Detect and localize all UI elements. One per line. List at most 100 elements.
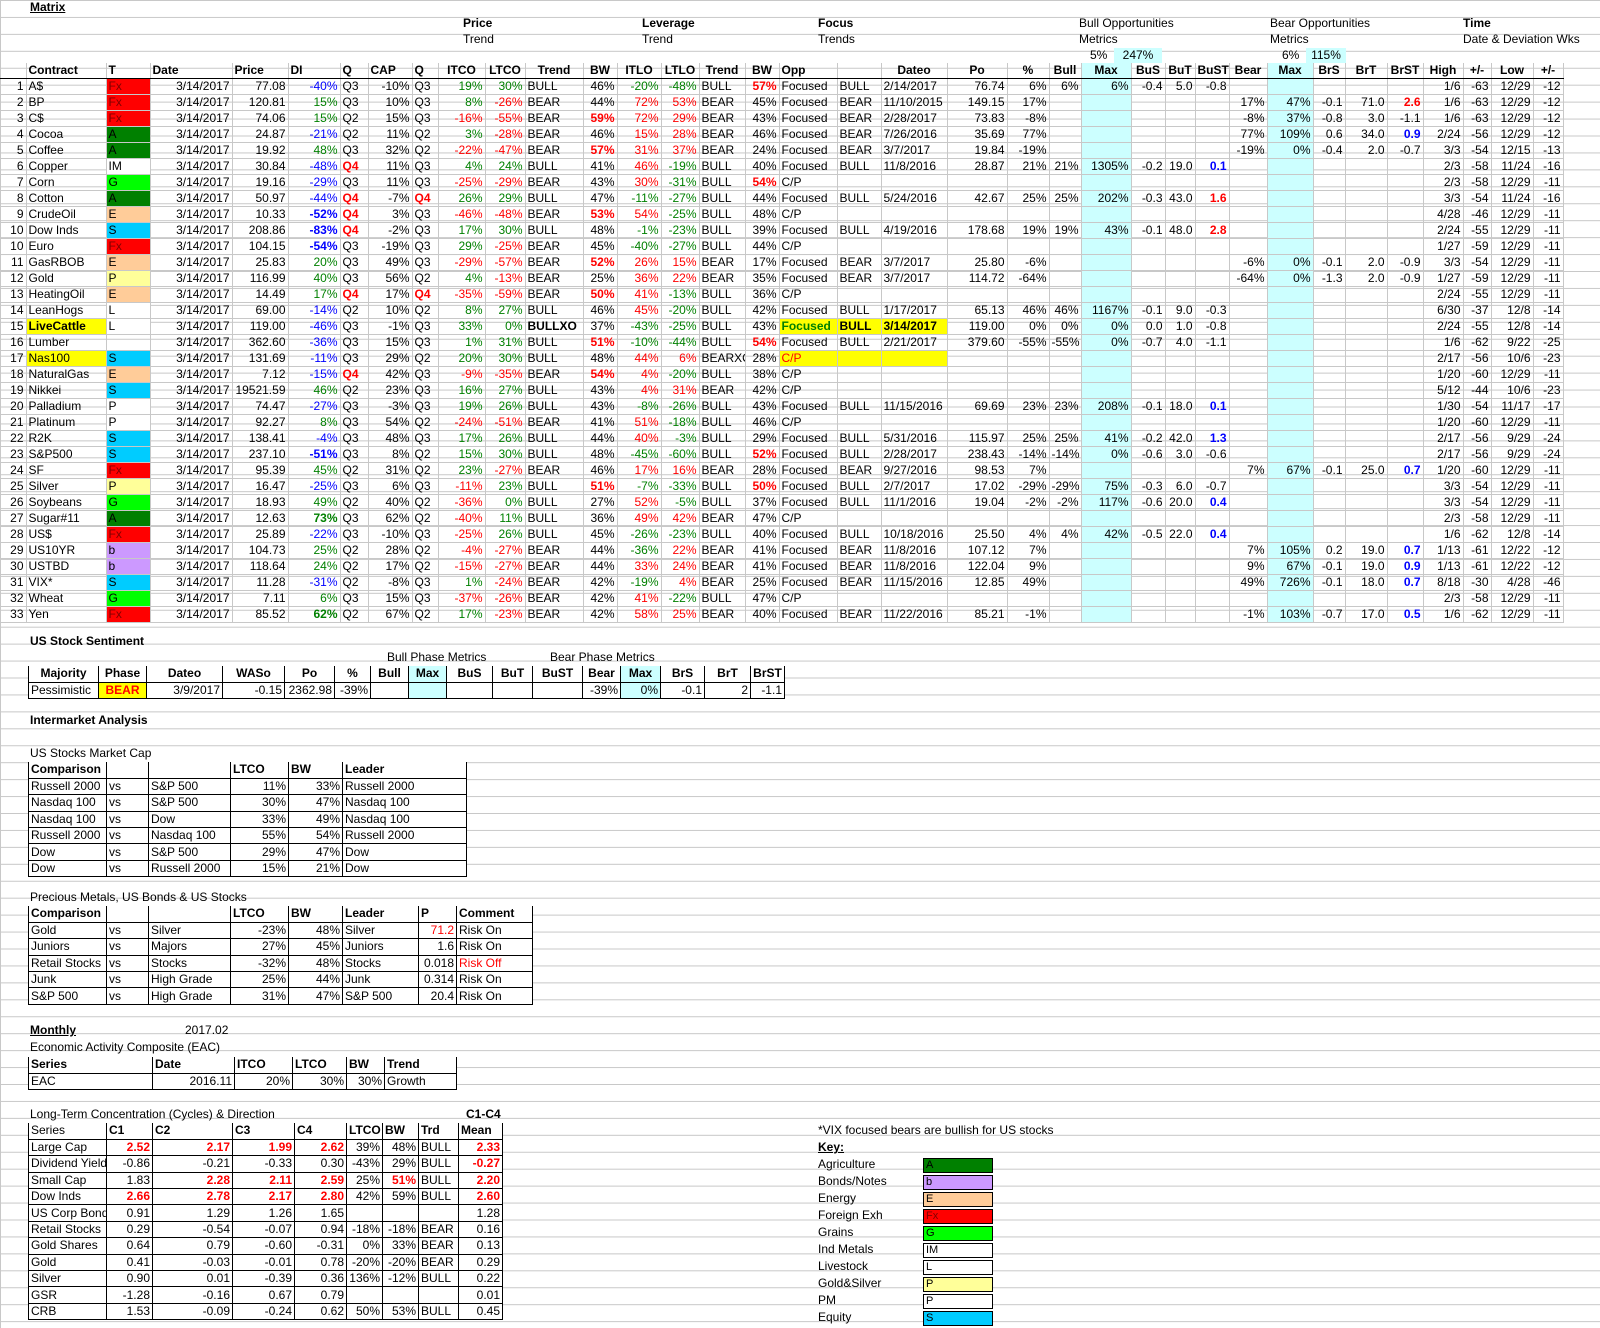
matrix-cell [881,382,948,400]
matrix-row: 1 A$ Fx 3/14/2017 77.08 -40% Q3 -10% Q3 19% 30% BUL… [0,78,1564,96]
matrix-cell: 4% [438,158,486,176]
matrix-cell: 0% [1007,318,1050,336]
matrix-cell: 117% [1081,494,1132,512]
table-row: Silver 0.90 0.01 -0.39 0.36 136% -12% BULL 0.22 [28,1270,503,1288]
table-cell: -0.09 [152,1303,233,1321]
matrix-cell [1267,414,1314,432]
matrix-cell: 12/29 [1491,286,1534,304]
matrix-cell: Q3 [340,174,369,192]
vix-note: *VIX focused bears are bullish for US st… [818,1123,1054,1137]
matrix-cell: 32% [368,142,413,160]
table-cell: Majors [148,938,231,956]
matrix-cell: 46% [745,126,780,144]
matrix-cell: 104.15 [232,238,289,256]
matrix-cell: 104.73 [232,542,289,560]
matrix-cell: Q3 [412,254,439,272]
matrix-cell: 25.89 [232,526,289,544]
matrix-cell: 2/14/2017 [881,78,948,96]
matrix-cell: 11% [368,174,413,192]
matrix-cell: 49% [368,254,413,272]
matrix-cell: Q3 [412,94,439,112]
time-group: Time [1463,16,1491,30]
table-cell: S&P 500 [28,987,107,1005]
matrix-cell: -52% [288,206,341,224]
matrix-cell: 42% [583,606,618,624]
matrix-cell [1081,558,1132,576]
matrix-cell [1049,510,1082,528]
matrix-cell: Q3 [412,526,439,544]
matrix-cell [1007,366,1050,384]
matrix-cell: 46% [583,78,618,96]
matrix-cell: VIX* [26,574,107,592]
matrix-cell [1165,110,1196,128]
matrix-cell: BEAR [525,366,584,384]
bull-group: Bull Opportunities [1079,16,1174,30]
matrix-cell: R2K [26,430,107,448]
matrix-cell: 77.08 [232,78,289,96]
matrix-cell: 85.52 [232,606,289,624]
matrix-cell: -25% [661,206,700,224]
matrix-cell: 21 [0,414,27,432]
matrix-cell: 44% [583,558,618,576]
table-cell: -1.28 [106,1286,153,1304]
matrix-cell: BULL [525,334,584,352]
key-label: Gold&Silver [818,1276,882,1290]
matrix-row: 12 Gold P 3/14/2017 116.99 40% Q3 56% Q2 4% -13% BE… [0,270,1564,288]
focus-sub: Trends [818,32,855,46]
matrix-cell: -40% [438,510,486,528]
matrix-cell: Q3 [340,446,369,464]
matrix-cell: -18% [661,414,700,432]
focus-group: Focus [818,16,854,30]
matrix-cell: 25.83 [232,254,289,272]
table-cell: 0.78 [294,1254,347,1272]
matrix-cell: Focused [779,110,838,128]
table-cell: S&P 500 [148,778,231,796]
matrix-cell: -6% [1007,254,1050,272]
matrix-cell: 17 [0,350,27,368]
matrix-cell: -60 [1463,366,1492,384]
matrix-cell: Fx [106,238,151,256]
matrix-cell: Fx [106,110,151,128]
matrix-cell: BULL [699,158,746,176]
matrix-cell: Focused [779,126,838,144]
table-row: Small Cap 1.83 2.28 2.11 2.59 25% 51% BULL 2.20 [28,1172,503,1190]
matrix-cell: -36% [617,542,662,560]
market-cap-table: Comparison LTCO BW Leader Russell 2000 vs S&P … [28,762,467,878]
matrix-cell: Q4 [340,190,369,208]
matrix-cell: -11 [1533,462,1564,480]
table-cell: 2.66 [106,1188,153,1206]
table-cell: 47% [288,987,343,1005]
matrix-cell: 0% [1081,446,1132,464]
matrix-cell: 12/29 [1491,494,1534,512]
matrix-cell: 25% [288,542,341,560]
table-row: Series C1 C2 C3 C4 LTCO BW Trd Mean [28,1123,503,1140]
cycles-mean-top: C1-C4 [466,1107,501,1121]
matrix-cell [1345,318,1388,336]
matrix-header-cell: Low [1491,63,1534,80]
matrix-cell: Focused [779,142,838,160]
table-cell: -0.1 [660,682,705,700]
table-cell: 2.78 [152,1188,233,1206]
matrix-cell [1267,526,1314,544]
matrix-cell: -16 [1533,158,1564,176]
matrix-cell: -0.1 [1313,558,1346,576]
matrix-cell: 9/29 [1491,430,1534,448]
matrix-cell: 19.0 [1345,558,1388,576]
table-row: Russell 2000 vs Nasdaq 100 55% 54% Russell 20… [28,827,467,845]
matrix-cell [1345,478,1388,496]
intermarket-title: Intermarket Analysis [30,713,148,727]
table-cell: -0.01 [232,1254,295,1272]
matrix-cell [1131,414,1166,432]
matrix-cell: -19% [1229,142,1268,160]
matrix-cell: 5/31/2016 [881,430,948,448]
matrix-cell: 18.93 [232,494,289,512]
matrix-cell: -62 [1463,334,1492,352]
matrix-cell: -51% [485,414,526,432]
table-cell: Growth [384,1073,457,1091]
matrix-cell: 0.1 [1195,398,1230,416]
matrix-cell: 17% [438,222,486,240]
matrix-cell [1165,510,1196,528]
matrix-cell [1313,158,1346,176]
matrix-cell: 10 [0,238,27,256]
matrix-cell: 48.0 [1165,222,1196,240]
